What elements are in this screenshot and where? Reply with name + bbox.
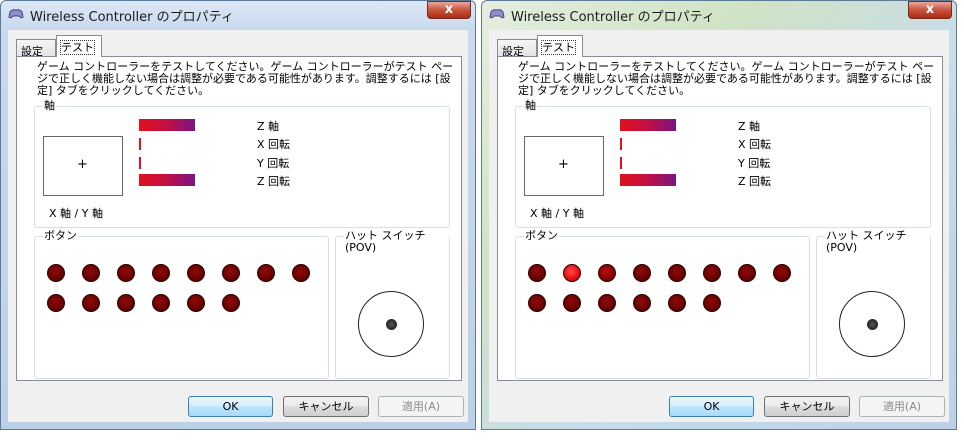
axis-group: 軸 + X 軸 / Y 軸 Z 軸 X 回転 Y 回転 Z 回転 — [515, 100, 931, 228]
controller-button-1 — [47, 264, 65, 282]
controller-button-13 — [668, 294, 686, 312]
test-panel: ゲーム コントローラーをテストしてください。ゲーム コントローラーがテスト ペー… — [497, 56, 943, 381]
controller-button-7 — [257, 264, 275, 282]
z-axis-label: Z 軸 — [257, 120, 280, 133]
ok-button[interactable]: OK — [188, 396, 273, 417]
properties-dialog-right: Wireless Controller のプロパティ x 設定 テスト ゲーム … — [481, 0, 957, 430]
close-button[interactable]: x — [427, 1, 471, 19]
test-panel: ゲーム コントローラーをテストしてください。ゲーム コントローラーがテスト ペー… — [16, 56, 462, 381]
dialog-client-area: 設定 テスト ゲーム コントローラーをテストしてください。ゲーム コントローラー… — [8, 30, 468, 422]
apply-button[interactable]: 適用(A) — [378, 396, 464, 417]
x-rotation-bar — [620, 138, 622, 150]
controller-button-5 — [668, 264, 686, 282]
controller-button-3 — [598, 264, 616, 282]
test-description: ゲーム コントローラーをテストしてください。ゲーム コントローラーがテスト ペー… — [518, 60, 935, 97]
y-rotation-label: Y 回転 — [738, 157, 771, 170]
controller-button-14 — [222, 294, 240, 312]
controller-button-13 — [187, 294, 205, 312]
controller-button-2 — [82, 264, 100, 282]
controller-button-2 — [563, 264, 581, 282]
buttons-group-label: ボタン — [524, 229, 559, 242]
controller-button-7 — [738, 264, 756, 282]
controller-button-12 — [152, 294, 170, 312]
title-bar[interactable]: Wireless Controller のプロパティ x — [0, 0, 476, 28]
controller-button-10 — [563, 294, 581, 312]
buttons-group: ボタン — [515, 230, 810, 379]
tab-settings[interactable]: 設定 — [497, 39, 537, 58]
xy-axis-label: X 軸 / Y 軸 — [49, 207, 103, 220]
xy-axis-label: X 軸 / Y 軸 — [530, 207, 584, 220]
pov-group: ハット スイッチ (POV) — [816, 230, 931, 379]
pov-group-label: ハット スイッチ (POV) — [344, 230, 449, 254]
axis-group-label: 軸 — [43, 99, 56, 112]
title-bar[interactable]: Wireless Controller のプロパティ x — [481, 0, 957, 28]
y-rotation-bar — [620, 157, 622, 169]
controller-button-9 — [528, 294, 546, 312]
game-controller-icon — [8, 9, 24, 19]
cancel-button[interactable]: キャンセル — [283, 396, 369, 417]
pov-indicator — [839, 291, 905, 357]
xy-axis-box: + — [524, 136, 604, 196]
controller-button-6 — [222, 264, 240, 282]
z-axis-label: Z 軸 — [738, 120, 761, 133]
pov-center-dot — [386, 319, 397, 330]
pov-group-label: ハット スイッチ (POV) — [825, 230, 930, 254]
tab-test-label: テスト — [60, 40, 95, 55]
window-title: Wireless Controller のプロパティ — [511, 10, 715, 25]
properties-dialog-left: Wireless Controller のプロパティ x 設定 テスト ゲーム … — [0, 0, 476, 430]
controller-button-14 — [703, 294, 721, 312]
pov-group: ハット スイッチ (POV) — [335, 230, 450, 379]
y-rotation-bar — [139, 157, 141, 169]
tab-settings[interactable]: 設定 — [16, 39, 56, 58]
controller-button-8 — [292, 264, 310, 282]
ok-button[interactable]: OK — [669, 396, 754, 417]
controller-button-1 — [528, 264, 546, 282]
controller-button-12 — [633, 294, 651, 312]
z-axis-bar — [620, 119, 676, 131]
controller-button-11 — [117, 294, 135, 312]
controller-button-9 — [47, 294, 65, 312]
window-title: Wireless Controller のプロパティ — [30, 10, 234, 25]
pov-center-dot — [867, 319, 878, 330]
axis-group-label: 軸 — [524, 99, 537, 112]
xy-axis-box: + — [43, 136, 123, 196]
cancel-button[interactable]: キャンセル — [764, 396, 850, 417]
xy-cursor: + — [558, 157, 569, 172]
controller-button-5 — [187, 264, 205, 282]
x-rotation-label: X 回転 — [257, 138, 291, 151]
test-description: ゲーム コントローラーをテストしてください。ゲーム コントローラーがテスト ペー… — [37, 60, 454, 97]
x-rotation-label: X 回転 — [738, 138, 772, 151]
z-axis-bar — [139, 119, 195, 131]
z-rotation-label: Z 回転 — [257, 175, 291, 188]
xy-cursor: + — [77, 157, 88, 172]
controller-button-4 — [152, 264, 170, 282]
tab-test[interactable]: テスト — [537, 35, 583, 57]
z-rotation-label: Z 回転 — [738, 175, 772, 188]
tab-test[interactable]: テスト — [56, 35, 102, 57]
controller-button-3 — [117, 264, 135, 282]
controller-button-6 — [703, 264, 721, 282]
axis-group: 軸 + X 軸 / Y 軸 Z 軸 X 回転 Y 回転 Z 回転 — [34, 100, 450, 228]
close-button[interactable]: x — [908, 1, 952, 19]
controller-button-11 — [598, 294, 616, 312]
pov-indicator — [358, 291, 424, 357]
x-rotation-bar — [139, 138, 141, 150]
z-rotation-bar — [620, 174, 676, 186]
controller-button-10 — [82, 294, 100, 312]
apply-button[interactable]: 適用(A) — [859, 396, 945, 417]
z-rotation-bar — [139, 174, 195, 186]
buttons-group: ボタン — [34, 230, 329, 379]
controller-button-8 — [773, 264, 791, 282]
y-rotation-label: Y 回転 — [257, 157, 290, 170]
tab-test-label: テスト — [541, 40, 576, 55]
dialog-client-area: 設定 テスト ゲーム コントローラーをテストしてください。ゲーム コントローラー… — [489, 30, 949, 422]
controller-button-4 — [633, 264, 651, 282]
buttons-group-label: ボタン — [43, 229, 78, 242]
game-controller-icon — [489, 9, 505, 19]
